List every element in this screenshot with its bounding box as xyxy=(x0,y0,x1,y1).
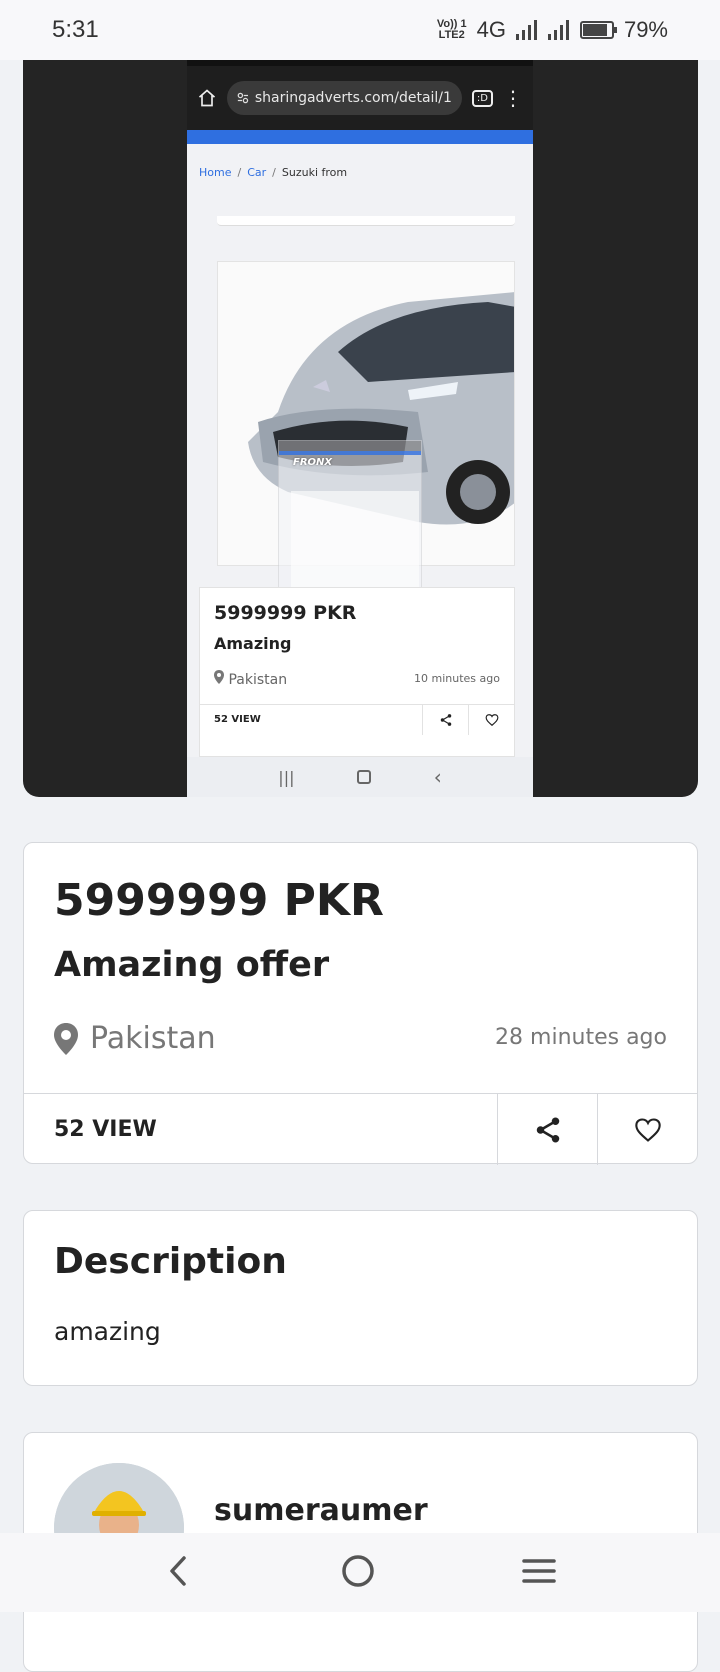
signal-icon xyxy=(515,20,538,40)
battery-icon xyxy=(579,21,617,39)
back-button[interactable] xyxy=(164,1554,194,1592)
system-nav-bar xyxy=(0,1533,720,1612)
favorite-button[interactable] xyxy=(597,1094,697,1165)
browser-address-bar: sharingadverts.com/detail/1 :D ⋮ xyxy=(187,66,533,130)
description-card: Description amazing xyxy=(23,1210,698,1386)
status-icons: Vo)) 1 LTE2 4G 79% xyxy=(437,17,668,43)
breadcrumb-current: Suzuki from xyxy=(281,166,348,179)
recents-button[interactable] xyxy=(522,1557,557,1589)
embedded-location-text: Pakistan xyxy=(228,672,288,688)
description-heading: Description xyxy=(54,1241,287,1282)
status-time: 5:31 xyxy=(52,16,99,43)
embedded-time: 10 minutes ago xyxy=(414,672,500,685)
embedded-title: Amazing xyxy=(214,634,292,653)
site-header-strip xyxy=(187,130,533,144)
listing-info-card: 5999999 PKR Amazing offer Pakistan 28 mi… xyxy=(23,842,698,1165)
home-button-icon xyxy=(357,770,372,784)
collapsed-panel xyxy=(217,216,515,226)
embedded-views: 52 VIEW xyxy=(214,714,261,725)
back-icon: ‹ xyxy=(433,765,442,789)
share-icon xyxy=(536,1117,559,1142)
listing-location: Pakistan xyxy=(54,1021,216,1056)
menu-icon xyxy=(522,1558,557,1583)
volte-indicator: Vo)) 1 LTE2 xyxy=(437,19,467,41)
share-icon xyxy=(422,704,468,735)
breadcrumb-separator: / xyxy=(272,166,276,179)
breadcrumb-separator: / xyxy=(237,166,242,179)
listing-price: 5999999 PKR xyxy=(54,875,384,926)
embedded-phone-screenshot: sharingadverts.com/detail/1 :D ⋮ Home / Ca… xyxy=(187,60,533,797)
heart-icon xyxy=(468,704,514,735)
posted-time: 28 minutes ago xyxy=(495,1025,667,1050)
more-menu-icon: ⋮ xyxy=(503,86,523,110)
lte-label: LTE2 xyxy=(438,29,465,41)
embedded-location: Pakistan xyxy=(214,670,287,688)
view-count: 52 VIEW xyxy=(54,1117,157,1142)
map-pin-icon xyxy=(214,670,224,684)
tabs-icon: :D xyxy=(471,89,493,107)
breadcrumb-home: Home xyxy=(199,166,232,179)
embedded-footer: 52 VIEW xyxy=(200,704,514,735)
listing-image[interactable]: sharingadverts.com/detail/1 :D ⋮ Home / Ca… xyxy=(23,60,698,797)
site-settings-icon xyxy=(237,92,249,104)
embedded-info-card: 5999999 PKR Amazing Pakistan 10 minutes … xyxy=(199,587,515,757)
home-icon xyxy=(198,89,216,107)
url-field: sharingadverts.com/detail/1 xyxy=(227,81,462,115)
location-text: Pakistan xyxy=(90,1021,216,1056)
battery-percent: 79% xyxy=(623,17,668,42)
description-text: amazing xyxy=(54,1317,161,1346)
network-type: 4G xyxy=(476,17,506,42)
home-circle-icon xyxy=(342,1554,374,1587)
embedded-nav-bar: ||| ‹ xyxy=(187,757,533,797)
breadcrumb: Home / Car / Suzuki from xyxy=(187,144,533,179)
recents-icon: ||| xyxy=(278,767,295,787)
heart-icon xyxy=(634,1117,661,1142)
seller-name[interactable]: sumeraumer xyxy=(214,1493,428,1528)
listing-title: Amazing offer xyxy=(54,945,330,985)
back-icon xyxy=(169,1555,186,1586)
status-bar: 5:31 Vo)) 1 LTE2 4G 79% xyxy=(0,0,720,60)
breadcrumb-car: Car xyxy=(247,166,267,179)
fronx-badge: FRONX xyxy=(293,457,333,468)
home-button[interactable] xyxy=(341,1554,375,1592)
embedded-price: 5999999 PKR xyxy=(214,602,357,624)
url-text: sharingadverts.com/detail/1 xyxy=(254,90,452,106)
listing-footer: 52 VIEW xyxy=(24,1093,697,1165)
share-button[interactable] xyxy=(497,1094,597,1165)
signal-icon-2 xyxy=(547,20,570,40)
map-pin-icon xyxy=(54,1022,78,1055)
